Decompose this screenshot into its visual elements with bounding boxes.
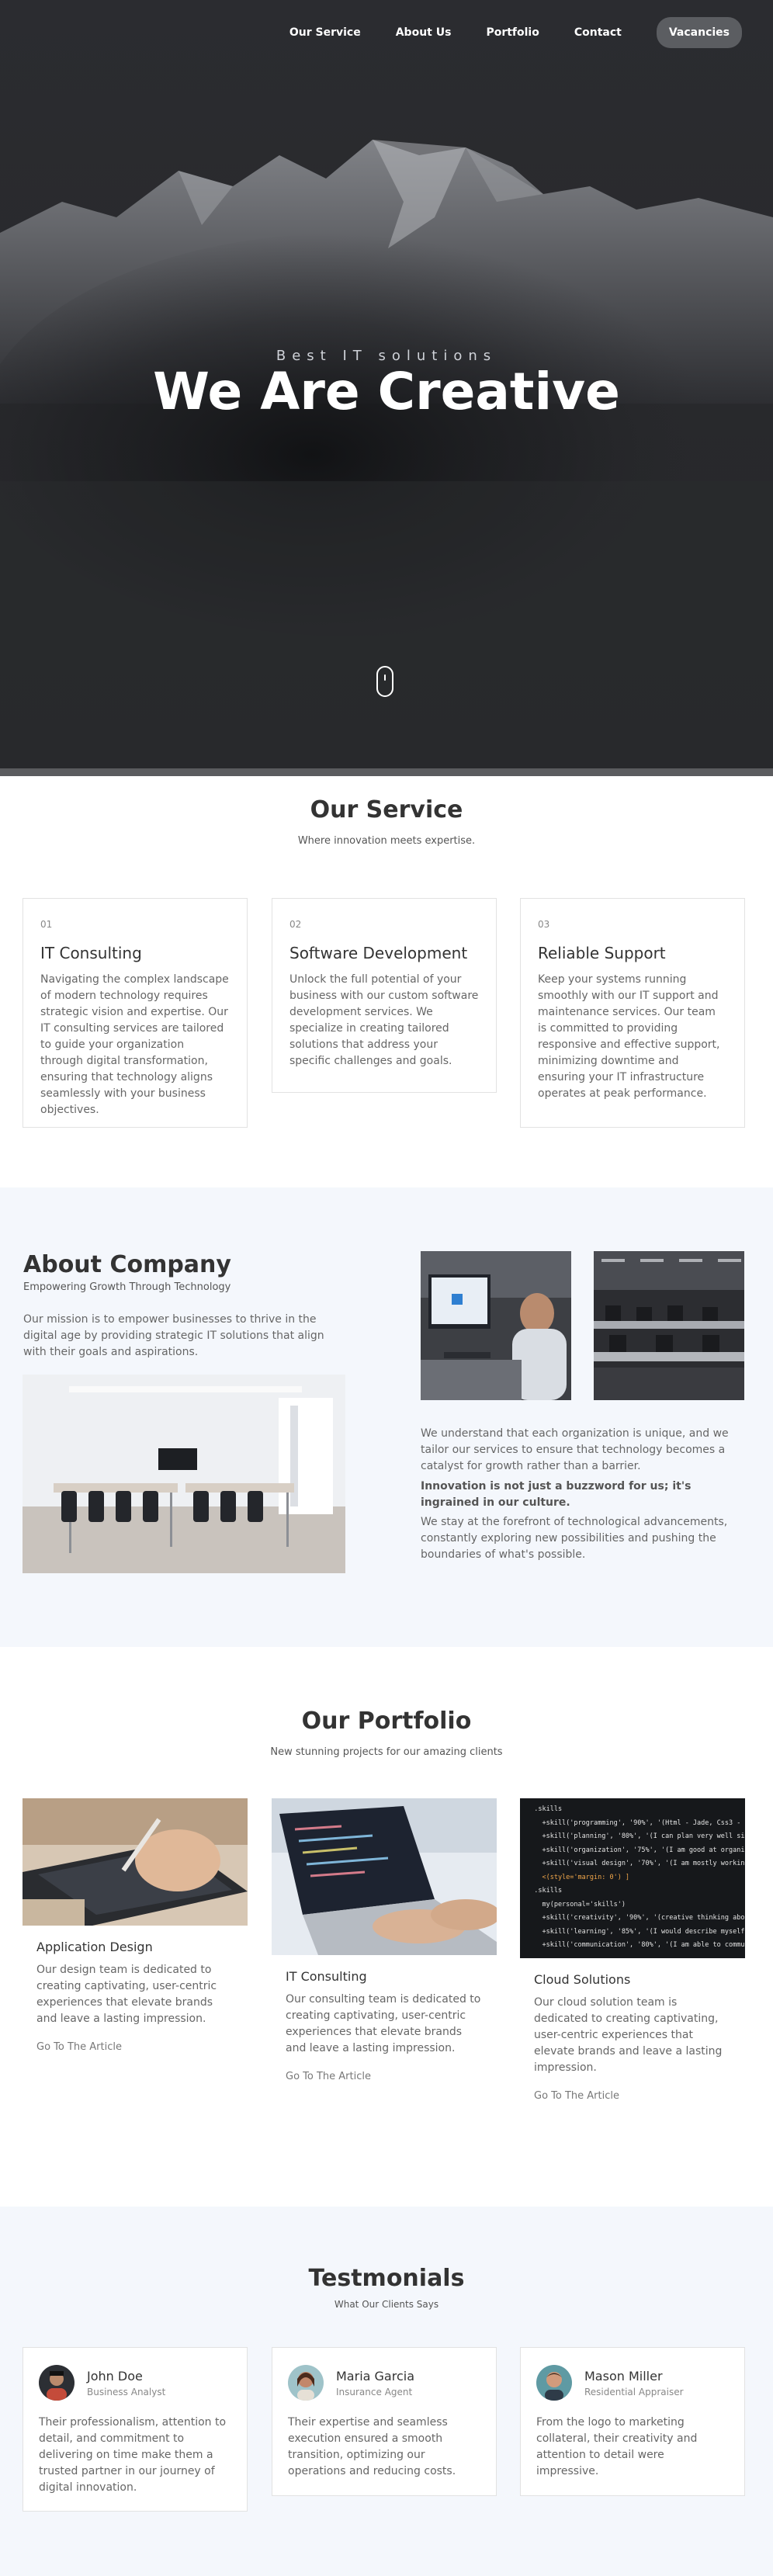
testimonial-header: Maria Garcia Insurance Agent	[288, 2365, 480, 2401]
hero-bottom-divider	[0, 768, 773, 776]
portfolio-card-it-consulting: IT Consulting Our consulting team is ded…	[272, 1798, 497, 2082]
services-title: Our Service	[310, 796, 463, 823]
go-to-article-link[interactable]: Go To The Article	[534, 2090, 731, 2102]
portfolio-card-title: Cloud Solutions	[534, 1972, 631, 1987]
nav-item-our-service[interactable]: Our Service	[289, 26, 361, 39]
testimonial-name: John Doe	[87, 2368, 143, 2384]
portfolio-card-text: Our cloud solution team is dedicated to …	[534, 1996, 723, 2074]
go-to-article-link[interactable]: Go To The Article	[286, 2071, 483, 2082]
code-line: +skill('learning', '85%', '(I would desc…	[542, 1927, 745, 1936]
service-description: Navigating the complex landscape of mode…	[40, 973, 229, 1116]
service-card-software-development: 02 Software Development Unlock the full …	[272, 898, 497, 1093]
nav-item-portfolio[interactable]: Portfolio	[486, 26, 539, 39]
testimonial-header: Mason Miller Residential Appraiser	[536, 2365, 729, 2401]
tablet-drawing-image	[23, 1798, 248, 1926]
service-card-reliable-support: 03 Reliable Support Keep your systems ru…	[520, 898, 745, 1128]
testimonials-subtitle: What Our Clients Says	[334, 2299, 439, 2310]
portfolio-card-body: Application Design Our design team is de…	[23, 1926, 248, 2053]
portfolio-card-text: Our consulting team is dedicated to crea…	[286, 1993, 481, 2054]
avatar	[39, 2365, 75, 2401]
service-number: 01	[40, 919, 53, 930]
service-card-it-consulting: 01 IT Consulting Navigating the complex …	[23, 898, 248, 1128]
testimonial-card-maria-garcia: Maria Garcia Insurance Agent Their exper…	[272, 2347, 497, 2496]
top-nav: Our Service About Us Portfolio Contact V…	[255, 17, 742, 48]
about-title: About Company	[23, 1251, 231, 1278]
code-line: +skill('visual design', '70%', '(I am mo…	[542, 1860, 745, 1867]
developer-at-computer-image	[421, 1251, 571, 1400]
service-description: Keep your systems running smoothly with …	[538, 973, 720, 1100]
about-paragraph-2: Innovation is not just a buzzword for us…	[421, 1480, 692, 1509]
portfolio-subtitle: New stunning projects for our amazing cl…	[270, 1746, 503, 1758]
hero-section: Our Service About Us Portfolio Contact V…	[0, 0, 773, 768]
scroll-down-mouse-icon[interactable]	[376, 666, 393, 697]
service-title: Software Development	[289, 944, 468, 962]
portfolio-card-title: Application Design	[36, 1940, 153, 1954]
open-office-image	[594, 1251, 744, 1400]
testimonial-role: Business Analyst	[87, 2386, 166, 2397]
code-screen-image: .skills +skill('programming', '90%', '(H…	[520, 1798, 745, 1958]
testimonial-name: Maria Garcia	[336, 2368, 414, 2384]
service-number: 03	[538, 919, 550, 930]
code-line: my(personal='skills')	[526, 1900, 626, 1909]
portfolio-card-body: Cloud Solutions Our cloud solution team …	[520, 1958, 745, 2102]
laptop-code-image	[272, 1798, 497, 1955]
code-line: +skill('creativity', '90%', '(creative t…	[542, 1914, 745, 1922]
portfolio-card-text: Our design team is dedicated to creating…	[36, 1964, 217, 2025]
testimonial-role: Residential Appraiser	[584, 2386, 684, 2397]
testimonial-text: Their expertise and seamless execution e…	[288, 2416, 456, 2477]
testimonials-section: Testmonials What Our Clients Says John D…	[0, 2207, 773, 2576]
code-line: +skill('communication', '80%', '(I am ab…	[542, 1941, 745, 1949]
portfolio-card-application-design: Application Design Our design team is de…	[23, 1798, 248, 2053]
vacancies-button[interactable]: Vacancies	[656, 17, 742, 48]
testimonials-title: Testmonials	[308, 2265, 465, 2292]
portfolio-title: Our Portfolio	[301, 1708, 472, 1735]
avatar	[288, 2365, 324, 2401]
code-line: .skills	[526, 1805, 563, 1813]
service-title: Reliable Support	[538, 944, 666, 962]
testimonial-name: Mason Miller	[584, 2368, 663, 2384]
code-line: +skill('organization', '75%', '(I am goo…	[542, 1846, 745, 1854]
testimonial-card-john-doe: John Doe Business Analyst Their professi…	[23, 2347, 248, 2512]
about-paragraph-3: We stay at the forefront of technologica…	[421, 1516, 728, 1561]
testimonial-card-mason-miller: Mason Miller Residential Appraiser From …	[520, 2347, 745, 2496]
code-screen-text: .skills +skill('programming', '90%', '(H…	[520, 1798, 745, 1958]
about-mission-text: Our mission is to empower businesses to …	[23, 1313, 324, 1358]
nav-item-contact[interactable]: Contact	[574, 26, 622, 39]
go-to-article-link[interactable]: Go To The Article	[36, 2041, 234, 2053]
code-line: +skill('programming', '90%', '(Html - Ja…	[542, 1818, 745, 1827]
about-subtitle: Empowering Growth Through Technology	[23, 1281, 231, 1293]
about-paragraph-1: We understand that each organization is …	[421, 1427, 729, 1472]
code-line: <(style='margin: 0') ]	[526, 1873, 630, 1881]
about-section: About Company Empowering Growth Through …	[0, 1187, 773, 1647]
portfolio-card-title: IT Consulting	[286, 1969, 367, 1984]
services-subtitle: Where innovation meets expertise.	[297, 835, 476, 847]
service-number: 02	[289, 919, 302, 930]
nav-item-about-us[interactable]: About Us	[396, 26, 452, 39]
testimonial-text: Their professionalism, attention to deta…	[39, 2416, 227, 2494]
code-line: +skill('planning', '80%', '(I can plan v…	[542, 1832, 745, 1840]
portfolio-card-cloud-solutions: .skills +skill('programming', '90%', '(H…	[520, 1798, 745, 2102]
service-title: IT Consulting	[40, 944, 142, 962]
testimonial-role: Insurance Agent	[336, 2386, 413, 2397]
service-description: Unlock the full potential of your busine…	[289, 973, 479, 1067]
avatar	[536, 2365, 572, 2401]
code-line: .skills	[526, 1887, 563, 1895]
portfolio-card-body: IT Consulting Our consulting team is ded…	[272, 1955, 497, 2082]
conference-room-image	[23, 1375, 345, 1573]
page: Our Service About Us Portfolio Contact V…	[0, 0, 773, 2576]
testimonial-text: From the logo to marketing collateral, t…	[536, 2416, 698, 2477]
hero-title: We Are Creative	[153, 362, 620, 421]
testimonial-header: John Doe Business Analyst	[39, 2365, 231, 2401]
